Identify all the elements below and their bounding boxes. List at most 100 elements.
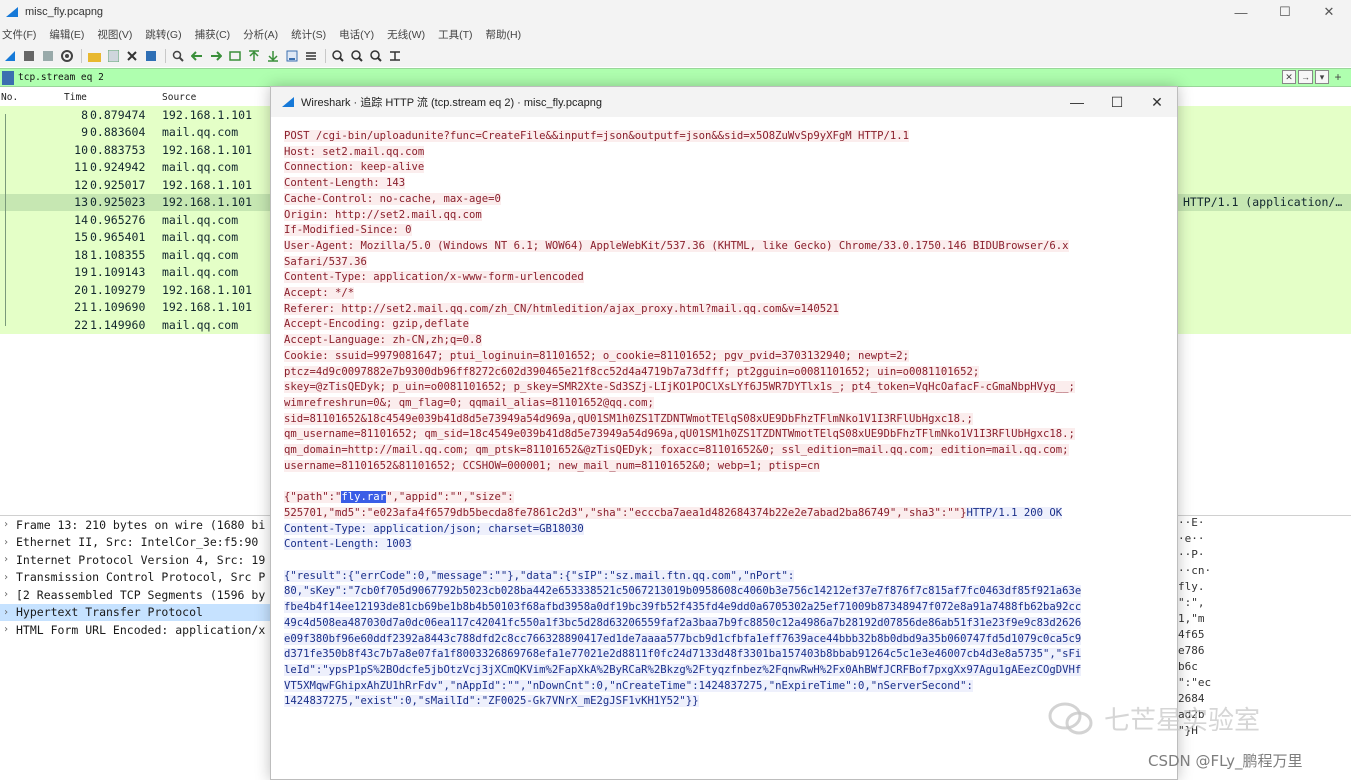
- menu-help[interactable]: 帮助(H): [486, 27, 522, 42]
- dialog-title: Wireshark · 追踪 HTTP 流 (tcp.stream eq 2) …: [301, 97, 602, 109]
- main-toolbar: [0, 45, 1351, 67]
- toolbar-divider: [165, 49, 166, 63]
- expand-arrow-icon[interactable]: ›: [3, 537, 16, 548]
- close-button[interactable]: ✕: [1307, 0, 1351, 24]
- detail-http[interactable]: › Hypertext Transfer Protocol: [0, 603, 275, 621]
- dialog-minimize-button[interactable]: —: [1057, 87, 1097, 117]
- expand-arrow-icon[interactable]: ›: [3, 589, 16, 600]
- dialog-titlebar: Wireshark · 追踪 HTTP 流 (tcp.stream eq 2) …: [271, 87, 1177, 117]
- request-cookie: skey=@zTisQEDyk; p_uin=o0081101652; p_sk…: [284, 381, 1075, 394]
- request-cookie: sid=81101652&18c4549e039b41d8d5e73949a54…: [284, 412, 973, 425]
- column-source[interactable]: Source: [162, 92, 262, 103]
- request-header: Referer: http://set2.mail.qq.com/zh_CN/h…: [284, 302, 839, 315]
- menu-edit[interactable]: 编辑(E): [49, 27, 84, 42]
- menu-bar: 文件(F) 编辑(E) 视图(V) 跳转(G) 捕获(C) 分析(A) 统计(S…: [0, 24, 1351, 45]
- request-header: Accept-Language: zh-CN,zh;q=0.8: [284, 334, 482, 347]
- go-first-icon[interactable]: [247, 49, 261, 63]
- capture-options-icon[interactable]: [60, 49, 74, 63]
- dialog-close-button[interactable]: ✕: [1137, 87, 1177, 117]
- expand-arrow-icon[interactable]: ›: [3, 607, 16, 618]
- response-body: VT5XMqwFGhipxAhZU1hRrFdv","nAppId":"","n…: [284, 679, 973, 692]
- request-header: Content-Length: 143: [284, 177, 406, 190]
- search-highlight: fly.rar: [341, 491, 387, 504]
- dialog-maximize-button[interactable]: ☐: [1097, 87, 1137, 117]
- go-last-icon[interactable]: [266, 49, 280, 63]
- reload-file-icon[interactable]: [144, 49, 158, 63]
- detail-ethernet[interactable]: › Ethernet II, Src: IntelCor_3e:f5:90: [0, 534, 275, 552]
- request-cookie: wimrefreshrun=0&; qm_flag=0; qqmail_alia…: [284, 396, 654, 409]
- autoscroll-icon[interactable]: [285, 49, 299, 63]
- conversation-bracket: [5, 114, 6, 326]
- column-time[interactable]: Time: [64, 92, 162, 103]
- expand-arrow-icon[interactable]: ›: [3, 554, 16, 565]
- menu-tools[interactable]: 工具(T): [438, 27, 472, 42]
- resize-columns-icon[interactable]: [388, 49, 402, 63]
- packet-info: HTTP/1.1 (application/…: [1183, 195, 1343, 210]
- add-filter-button[interactable]: +: [1331, 70, 1345, 84]
- menu-telephony[interactable]: 电话(Y): [339, 27, 374, 42]
- request-cookie: qm_domain=http://mail.qq.com; qm_ptsk=81…: [284, 444, 1069, 457]
- request-header: If-Modified-Since: 0: [284, 224, 412, 237]
- go-to-packet-icon[interactable]: [228, 49, 242, 63]
- packet-bytes-pane: ··E· ·e·· ··P· ··cn· fly. ":", 1,"m 4f65 e786 …: [1178, 516, 1212, 737]
- request-header: Origin: http://set2.mail.qq.com: [284, 208, 482, 221]
- request-body: {"path":"fly.rar","appid":"","size":: [284, 491, 514, 504]
- request-header: Safari/537.36: [284, 255, 367, 268]
- menu-statistics[interactable]: 统计(S): [291, 27, 326, 42]
- response-body: 1424837275,"exist":0,"sMailId":"ZF0025-G…: [284, 695, 699, 708]
- detail-frame[interactable]: › Frame 13: 210 bytes on wire (1680 bi: [0, 516, 275, 534]
- minimize-button[interactable]: —: [1219, 0, 1263, 24]
- request-header: Accept-Encoding: gzip,deflate: [284, 318, 469, 331]
- brand-watermark-text: 七芒星实验室: [1104, 706, 1261, 736]
- find-packet-icon[interactable]: [171, 49, 185, 63]
- column-no[interactable]: No.: [0, 92, 64, 103]
- detail-ipv4[interactable]: › Internet Protocol Version 4, Src: 19: [0, 551, 275, 569]
- save-file-icon[interactable]: [106, 49, 120, 63]
- display-filter-input[interactable]: [18, 72, 618, 83]
- response-header: Content-Type: application/json; charset=…: [284, 522, 584, 535]
- menu-file[interactable]: 文件(F): [2, 27, 36, 42]
- toolbar-divider: [81, 49, 82, 63]
- filter-history-icon[interactable]: ▾: [1315, 70, 1329, 84]
- start-capture-icon[interactable]: [3, 49, 17, 63]
- expand-arrow-icon[interactable]: ›: [3, 572, 16, 583]
- toolbar-divider: [325, 49, 326, 63]
- request-line: POST /cgi-bin/uploadunite?func=CreateFil…: [284, 130, 910, 142]
- detail-reassembled[interactable]: › [2 Reassembled TCP Segments (1596 by: [0, 586, 275, 604]
- request-header: Host: set2.mail.qq.com: [284, 145, 425, 158]
- response-body: fbe4b4f14ee12193de81cb69be1b8b4b50103f68…: [284, 601, 1082, 614]
- response-body: d371fe350b8f43c7b7a8e07fa1f8003326869768…: [284, 648, 1082, 661]
- request-header: Content-Type: application/x-www-form-url…: [284, 271, 584, 284]
- menu-capture[interactable]: 捕获(C): [195, 27, 231, 42]
- apply-filter-icon[interactable]: →: [1298, 70, 1313, 84]
- open-file-icon[interactable]: [87, 49, 101, 63]
- expand-arrow-icon[interactable]: ›: [3, 519, 16, 530]
- request-cookie: username=81101652&81101652; CCSHOW=00000…: [284, 459, 820, 472]
- go-back-icon[interactable]: [190, 49, 204, 63]
- response-body: 80,"sKey":"7cb0f705d9067792b5023cb028ba4…: [284, 585, 1082, 598]
- stop-capture-icon[interactable]: [22, 49, 36, 63]
- response-body: e09f380bf96e60ddf2392a8443c788dfd2c8cc76…: [284, 632, 1082, 645]
- restart-capture-icon[interactable]: [41, 49, 55, 63]
- stream-content[interactable]: POST /cgi-bin/uploadunite?func=CreateFil…: [281, 125, 1169, 775]
- expand-arrow-icon[interactable]: ›: [3, 624, 16, 635]
- wireshark-fin-icon: [282, 97, 294, 107]
- response-status: HTTP/1.1 200 OK: [966, 506, 1063, 519]
- clear-filter-icon[interactable]: ✕: [1282, 70, 1296, 84]
- zoom-in-icon[interactable]: [331, 49, 345, 63]
- menu-view[interactable]: 视图(V): [97, 27, 132, 42]
- menu-wireless[interactable]: 无线(W): [387, 27, 425, 42]
- colorize-icon[interactable]: [304, 49, 318, 63]
- zoom-out-icon[interactable]: [350, 49, 364, 63]
- response-body: {"result":{"errCode":0,"message":""},"da…: [284, 569, 795, 582]
- menu-analyze[interactable]: 分析(A): [243, 27, 278, 42]
- maximize-button[interactable]: ☐: [1263, 0, 1307, 24]
- normal-size-icon[interactable]: [369, 49, 383, 63]
- go-forward-icon[interactable]: [209, 49, 223, 63]
- close-file-icon[interactable]: [125, 49, 139, 63]
- detail-form-encoded[interactable]: › HTML Form URL Encoded: application/x: [0, 621, 275, 639]
- filter-bookmark-icon[interactable]: [2, 70, 14, 85]
- display-filter-bar: ✕ → ▾ +: [0, 68, 1351, 87]
- detail-tcp[interactable]: › Transmission Control Protocol, Src P: [0, 569, 275, 587]
- menu-go[interactable]: 跳转(G): [145, 27, 181, 42]
